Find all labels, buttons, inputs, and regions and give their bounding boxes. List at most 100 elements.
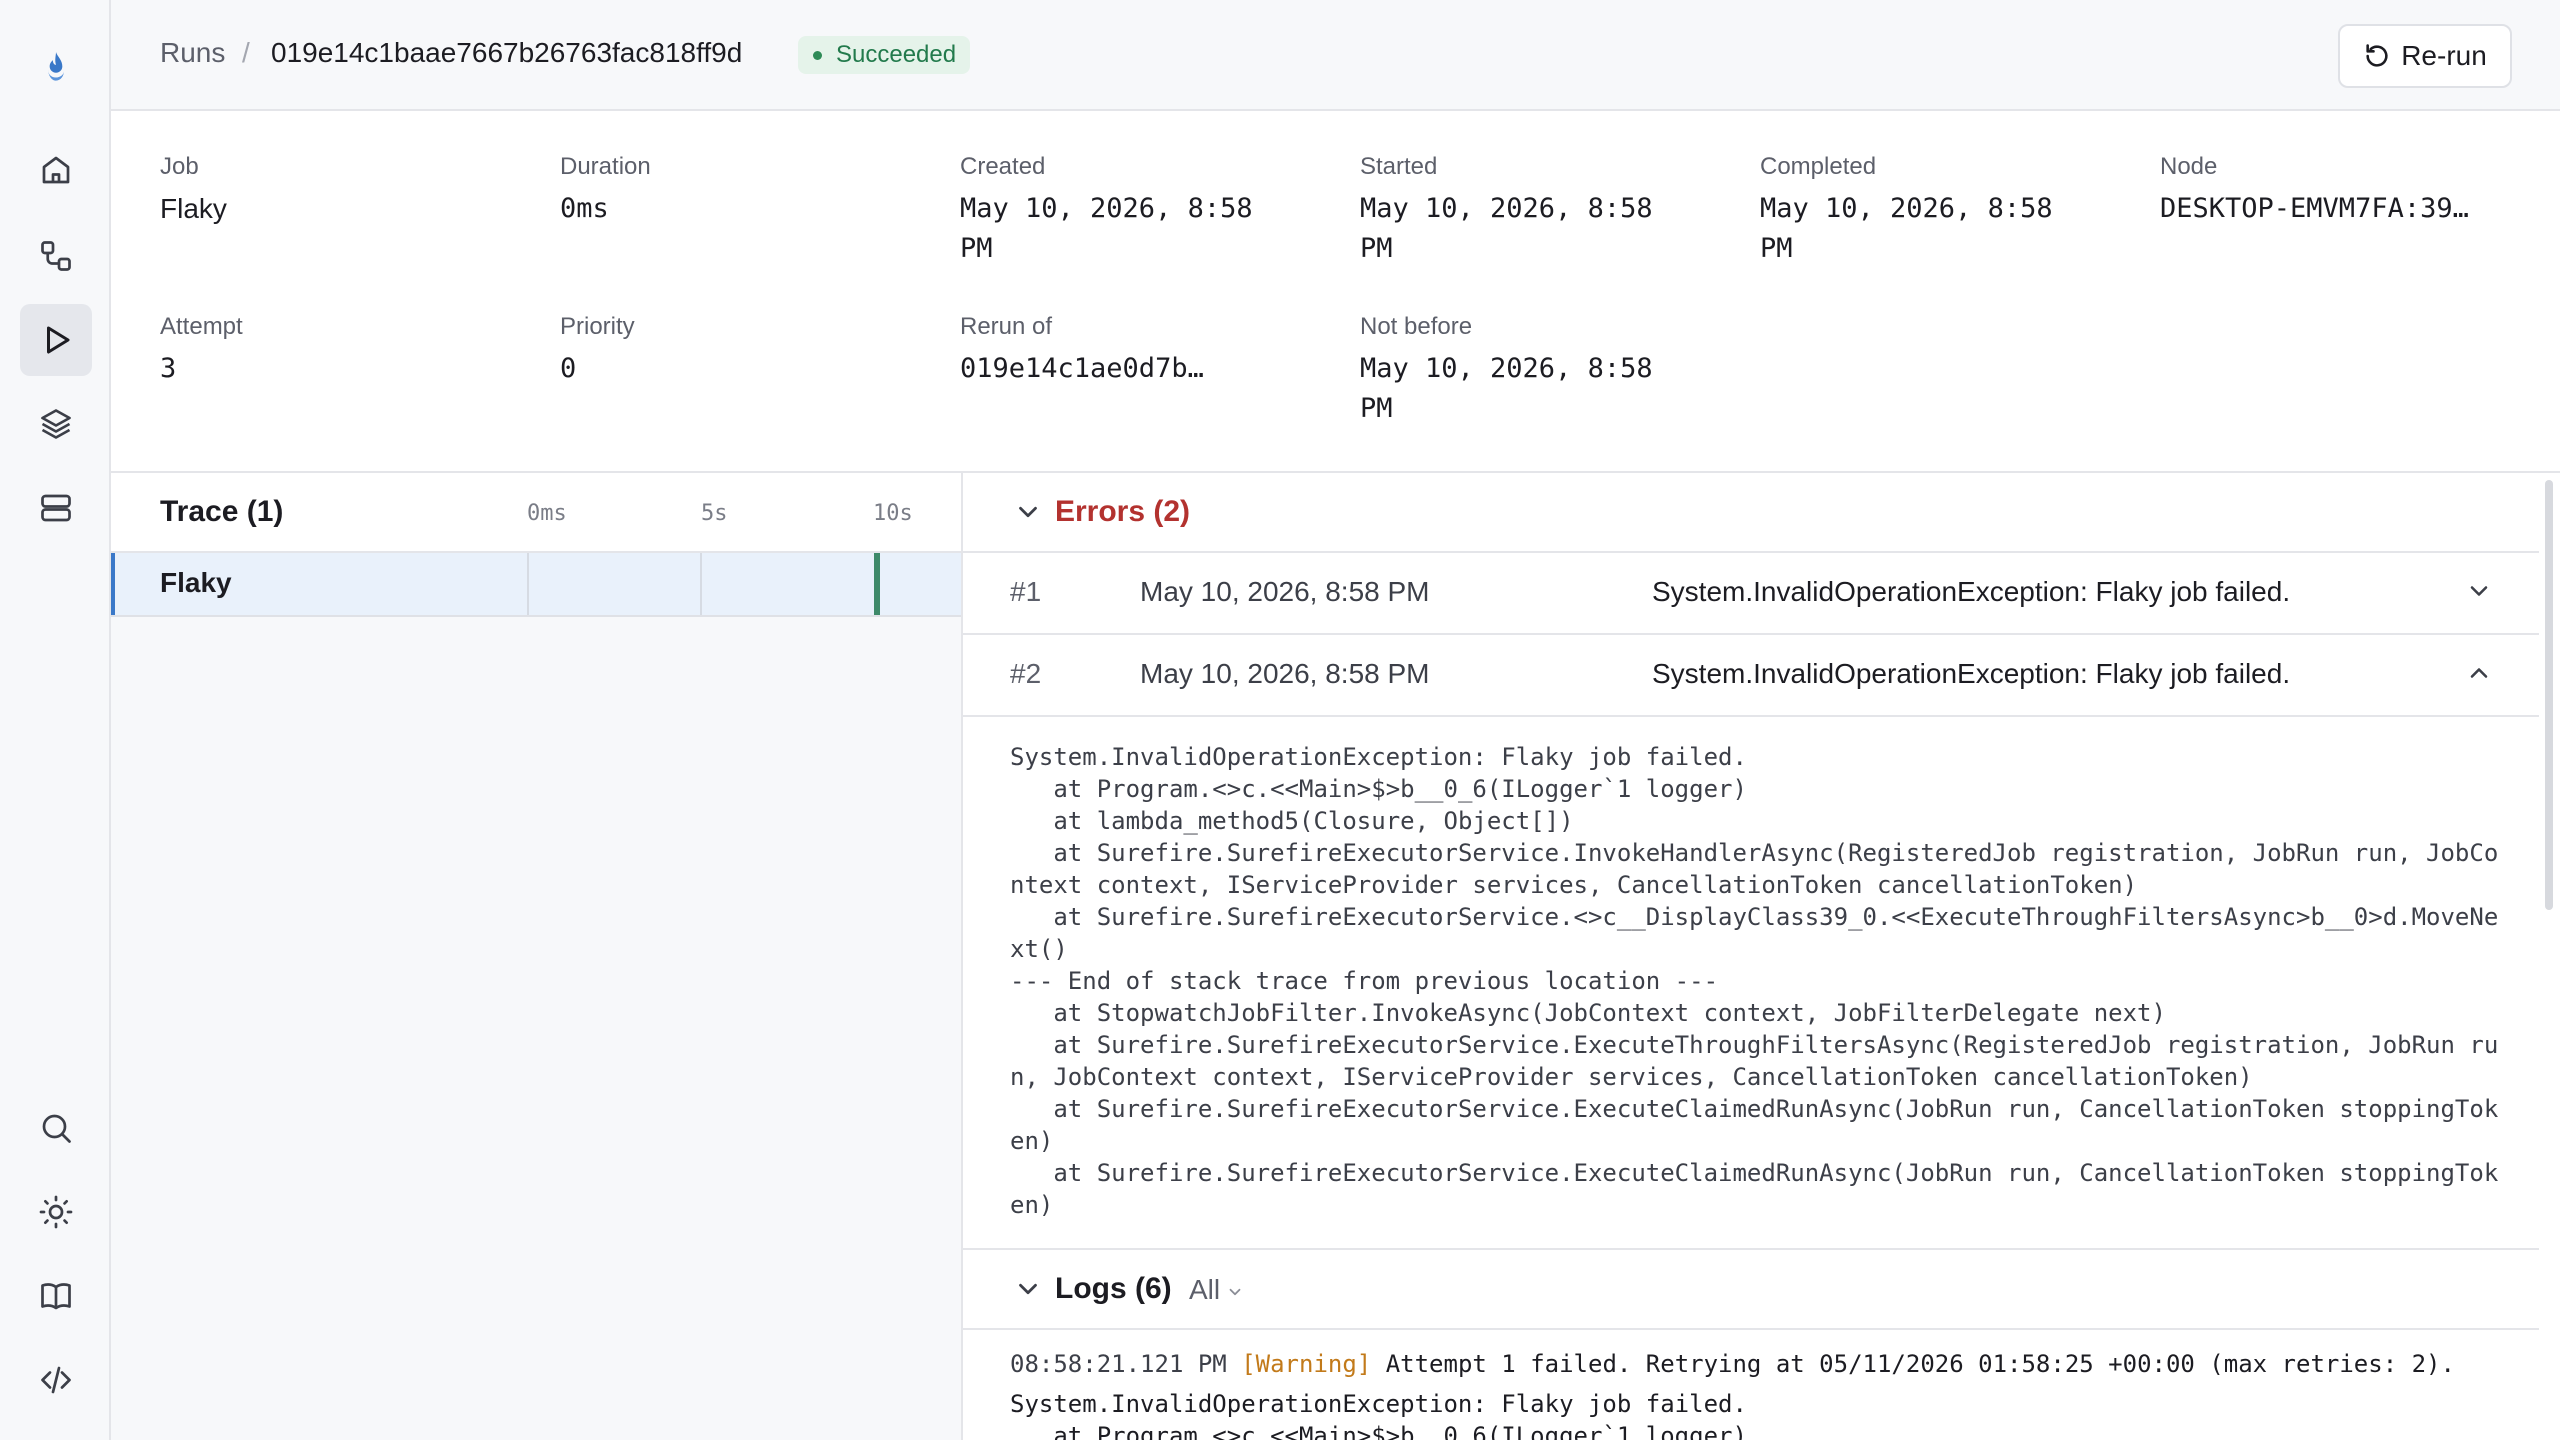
breadcrumb-runs-link[interactable]: Runs (160, 37, 225, 69)
detail-value: Flaky (160, 193, 227, 224)
trace-tick: 5s (701, 501, 728, 526)
error-time: May 10, 2026, 8:58 PM (1140, 658, 1430, 689)
workflow-icon (41, 241, 71, 271)
trace-panel: Trace (1) 0ms 5s 10s Flaky (111, 473, 963, 1440)
chevron-down-icon (2470, 586, 2488, 596)
server-icon (41, 494, 71, 522)
detail-rerun-of: Rerun of 019e14c1ae0d7b… (960, 311, 1340, 389)
detail-value: May 10, 2026, 8:58 PM (1360, 193, 1653, 264)
chevron-down-icon (1019, 1283, 1037, 1295)
flame-icon (48, 52, 64, 81)
details-panel: Errors (2) #1 May 10, 2026, 8:58 PM Syst… (963, 473, 2539, 1440)
error-row[interactable]: #2 May 10, 2026, 8:58 PM System.InvalidO… (963, 635, 2539, 717)
trace-row[interactable]: Flaky (111, 553, 961, 617)
detail-label: Attempt (160, 313, 243, 340)
nav-nodes[interactable] (20, 472, 92, 544)
log-time: 08:58:21.121 PM (1010, 1350, 1227, 1378)
trace-tick: 0ms (527, 501, 567, 526)
trace-gridline (700, 553, 702, 615)
detail-label: Rerun of (960, 313, 1053, 340)
trace-row-label: Flaky (160, 567, 232, 598)
play-icon (47, 326, 70, 354)
error-number: #1 (1010, 576, 1042, 607)
log-level: [Warning] (1241, 1350, 1372, 1378)
log-message: Attempt 1 failed. Retrying at 05/11/2026… (1385, 1350, 2455, 1378)
detail-label: Started (1360, 153, 1438, 180)
errors-title: Errors (2) (1055, 495, 1191, 528)
logs-section-header[interactable]: Logs (6) All (963, 1250, 2539, 1330)
detail-duration: Duration 0ms (560, 151, 940, 229)
detail-value: May 10, 2026, 8:58 PM (1760, 193, 2053, 264)
logo[interactable] (20, 32, 92, 104)
log-line: 08:58:21.121 PM [Warning] Attempt 1 fail… (1010, 1348, 2455, 1380)
detail-label: Node (2160, 153, 2218, 180)
page-header: Runs / 019e14c1baae7667b26763fac818ff9d … (111, 0, 2560, 111)
rerun-button-label: Re-run (2401, 40, 2487, 71)
trace-gridline (527, 553, 529, 615)
run-details: Job Flaky Duration 0ms Created May 10, 2… (111, 111, 2560, 473)
trace-title: Trace (1) (160, 495, 284, 528)
log-level-filter[interactable]: All (1189, 1274, 1244, 1306)
log-line: System.InvalidOperationException: Flaky … (1010, 1390, 1747, 1418)
detail-value: DESKTOP-EMVM7FA:39… (2160, 193, 2469, 224)
code-icon (41, 1366, 71, 1394)
detail-started: Started May 10, 2026, 8:58 PM (1360, 151, 1700, 269)
trace-header: Trace (1) 0ms 5s 10s (111, 473, 961, 553)
nav-queues[interactable] (20, 388, 92, 460)
detail-created: Created May 10, 2026, 8:58 PM (960, 151, 1300, 269)
log-level-filter-label: All (1189, 1274, 1221, 1305)
search-button[interactable] (20, 1092, 92, 1164)
detail-label: Created (960, 153, 1046, 180)
chevron-down-icon (1019, 506, 1037, 518)
log-line: at Program.<>c.<<Main>$>b__0_6(ILogger`1… (1010, 1422, 1747, 1440)
layers-icon (41, 409, 71, 439)
detail-value: May 10, 2026, 8:58 PM (1360, 353, 1653, 424)
run-id: 019e14c1baae7667b26763fac818ff9d (271, 37, 743, 68)
detail-job: Job Flaky (160, 151, 540, 229)
error-message: System.InvalidOperationException: Flaky … (1652, 658, 2291, 689)
docs-link[interactable] (20, 1260, 92, 1332)
error-message: System.InvalidOperationException: Flaky … (1652, 576, 2291, 607)
detail-value: 0ms (560, 193, 609, 224)
status-badge-label: Succeeded (836, 41, 957, 68)
detail-completed: Completed May 10, 2026, 8:58 PM (1760, 151, 2100, 269)
detail-label: Duration (560, 153, 651, 180)
nav-home[interactable] (20, 134, 92, 206)
detail-not-before: Not before May 10, 2026, 8:58 PM (1360, 311, 1700, 429)
detail-label: Not before (1360, 313, 1473, 340)
book-icon (41, 1283, 71, 1310)
detail-label: Completed (1760, 153, 1877, 180)
stack-trace: System.InvalidOperationException: Flaky … (1010, 743, 2499, 1219)
api-link[interactable] (20, 1344, 92, 1416)
error-time: May 10, 2026, 8:58 PM (1140, 576, 1430, 607)
rerun-of-link[interactable]: 019e14c1ae0d7b… (960, 349, 1290, 389)
trace-tick: 10s (873, 501, 913, 526)
rerun-button[interactable]: Re-run (2338, 24, 2512, 88)
chevron-down-icon (1229, 1288, 1241, 1295)
trace-row-selected-indicator (111, 553, 115, 615)
error-row[interactable]: #1 May 10, 2026, 8:58 PM System.InvalidO… (963, 553, 2539, 635)
detail-value: May 10, 2026, 8:58 PM (960, 193, 1253, 264)
nav-workflows[interactable] (20, 220, 92, 292)
logs-title: Logs (6) (1055, 1272, 1172, 1305)
sun-icon (39, 1195, 73, 1229)
detail-value: 3 (160, 353, 177, 384)
detail-attempt: Attempt 3 (160, 311, 540, 389)
home-icon (42, 156, 70, 184)
errors-section-header[interactable]: Errors (2) (963, 473, 2539, 553)
trace-span-bar[interactable] (874, 553, 880, 615)
status-dot (813, 51, 822, 60)
rerun-icon (2366, 44, 2388, 67)
detail-label: Priority (560, 313, 635, 340)
error-number: #2 (1010, 658, 1042, 689)
detail-value: 0 (560, 353, 577, 384)
chevron-up-icon (2470, 668, 2488, 678)
nav-runs[interactable] (20, 304, 92, 376)
theme-toggle[interactable] (20, 1176, 92, 1248)
sidebar (0, 0, 111, 1440)
detail-priority: Priority 0 (560, 311, 940, 389)
scrollbar-thumb[interactable] (2545, 480, 2553, 910)
detail-label: Job (160, 153, 199, 180)
status-badge: Succeeded (798, 36, 971, 74)
search-icon (42, 1114, 71, 1143)
